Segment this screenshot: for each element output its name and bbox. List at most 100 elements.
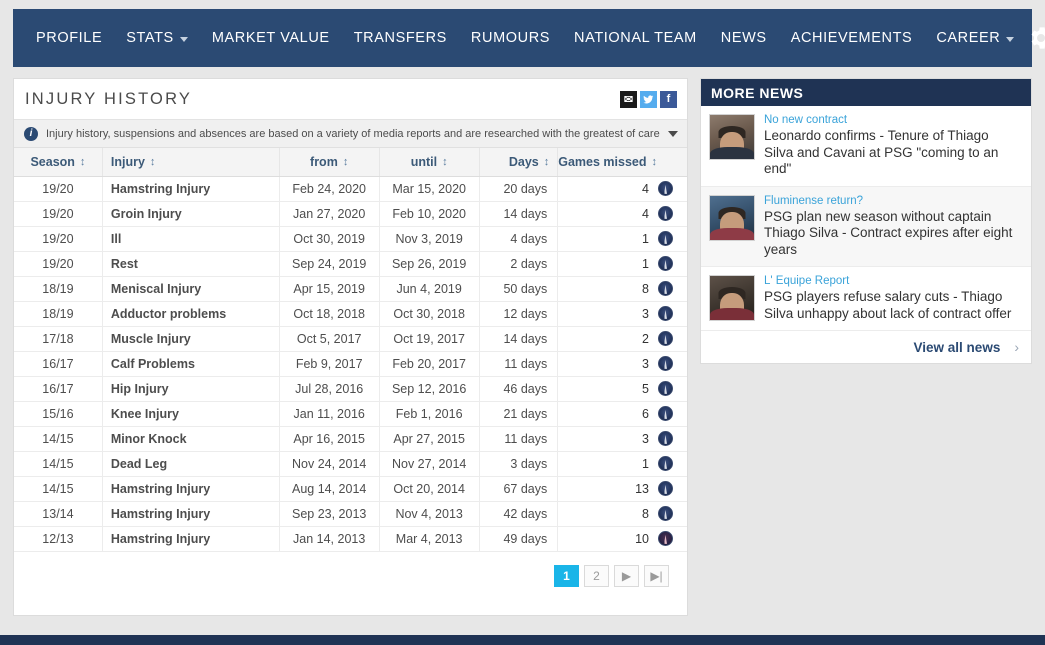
news-item[interactable]: Fluminense return? PSG plan new season wi… xyxy=(701,186,1031,267)
main-navbar: PROFILE STATS MARKET VALUE TRANSFERS RUMOURS… xyxy=(13,9,1045,67)
sort-icon: ↕ xyxy=(149,155,156,168)
page-button-2[interactable]: 2 xyxy=(584,564,609,587)
club-badge-icon[interactable] xyxy=(658,381,673,396)
settings-button[interactable] xyxy=(1026,21,1045,55)
sort-icon: ↕ xyxy=(79,155,86,168)
nav-item-label: PROFILE xyxy=(36,30,103,46)
club-badge-icon[interactable] xyxy=(658,306,673,321)
cell-season: 15/16 xyxy=(14,401,103,427)
sort-icon: ↕ xyxy=(543,155,550,168)
cell-injury: Knee Injury xyxy=(102,401,280,427)
twitter-icon[interactable] xyxy=(640,90,657,108)
cell-from: Oct 30, 2019 xyxy=(279,226,380,252)
cell-until: Feb 10, 2020 xyxy=(379,201,480,227)
cell-from: Jan 27, 2020 xyxy=(279,201,380,227)
table-row[interactable]: 14/15 Minor Knock Apr 16, 2015 Apr 27, 2015… xyxy=(14,426,687,452)
table-row[interactable]: 19/20 Rest Sep 24, 2019 Sep 26, 2019 2 days 1 xyxy=(14,251,687,277)
nav-item-achievements[interactable]: ACHIEVEMENTS xyxy=(779,24,925,52)
nav-item-market-value[interactable]: MARKET VALUE xyxy=(200,24,342,52)
club-badge-icon[interactable] xyxy=(658,281,673,296)
cell-games-missed: 13 xyxy=(557,476,687,502)
cell-games-missed: 4 xyxy=(557,201,687,227)
cell-injury: Hamstring Injury xyxy=(102,526,280,552)
column-header-injury[interactable]: Injury ↕ xyxy=(102,148,280,177)
news-headline: PSG plan new season without captain Thia… xyxy=(764,208,1013,257)
column-header-days[interactable]: Days ↕ xyxy=(479,148,559,177)
club-badge-icon[interactable] xyxy=(658,181,673,196)
table-row[interactable]: 17/18 Muscle Injury Oct 5, 2017 Oct 19, 201… xyxy=(14,326,687,352)
table-row[interactable]: 15/16 Knee Injury Jan 11, 2016 Feb 1, 2016 2… xyxy=(14,401,687,427)
view-all-news-link[interactable]: View all news › xyxy=(701,331,1031,363)
news-item[interactable]: L' Equipe Report PSG players refuse salar… xyxy=(701,267,1031,331)
nav-item-rumours[interactable]: RUMOURS xyxy=(459,24,562,52)
cell-from: Feb 9, 2017 xyxy=(279,351,380,377)
nav-item-label: TRANSFERS xyxy=(353,30,447,46)
news-item[interactable]: No new contract Leonardo confirms - Tenur… xyxy=(701,106,1031,187)
nav-item-label: CAREER xyxy=(936,30,1001,46)
club-badge-icon[interactable] xyxy=(658,231,673,246)
club-badge-icon[interactable] xyxy=(658,406,673,421)
cell-until: Sep 26, 2019 xyxy=(379,251,480,277)
table-row[interactable]: 12/13 Hamstring Injury Jan 14, 2013 Mar 4, … xyxy=(14,526,687,552)
chevron-down-icon[interactable] xyxy=(668,130,678,137)
table-row[interactable]: 14/15 Hamstring Injury Aug 14, 2014 Oct 20,… xyxy=(14,476,687,502)
next-page-button[interactable]: ▶ xyxy=(614,564,639,587)
nav-item-transfers[interactable]: TRANSFERS xyxy=(342,24,459,52)
table-row[interactable]: 16/17 Calf Problems Feb 9, 2017 Feb 20, 201… xyxy=(14,351,687,377)
club-badge-icon[interactable] xyxy=(658,331,673,346)
club-badge-icon[interactable] xyxy=(658,481,673,496)
column-label-injury: Injury xyxy=(110,154,145,169)
sort-icon: ↕ xyxy=(442,155,448,168)
table-row[interactable]: 19/20 Ill Oct 30, 2019 Nov 3, 2019 4 days 1 xyxy=(14,226,687,252)
cell-until: Apr 27, 2015 xyxy=(379,426,480,452)
table-row[interactable]: 18/19 Meniscal Injury Apr 15, 2019 Jun 4, 2… xyxy=(14,276,687,302)
nav-item-stats[interactable]: STATS xyxy=(114,24,200,52)
cell-days: 67 days xyxy=(479,476,559,502)
club-badge-icon[interactable] xyxy=(658,531,673,546)
footer-strip xyxy=(0,635,1045,645)
cell-injury: Calf Problems xyxy=(102,351,280,377)
nav-item-career[interactable]: CAREER xyxy=(924,24,1026,52)
nav-item-national-team[interactable]: NATIONAL TEAM xyxy=(562,24,709,52)
cell-days: 3 days xyxy=(479,451,559,477)
nav-item-label: MARKET VALUE xyxy=(211,30,330,46)
nav-item-label: NATIONAL TEAM xyxy=(574,30,697,46)
facebook-icon[interactable]: f xyxy=(660,90,677,108)
club-badge-icon[interactable] xyxy=(658,206,673,221)
column-header-from[interactable]: from ↕ xyxy=(279,148,380,177)
info-banner-text: Injury history, suspensions and absences… xyxy=(46,127,660,140)
cell-from: Sep 23, 2013 xyxy=(279,501,380,527)
cell-injury: Groin Injury xyxy=(102,201,280,227)
cell-until: Oct 20, 2014 xyxy=(379,476,480,502)
nav-item-profile[interactable]: PROFILE xyxy=(24,24,114,52)
cell-season: 19/20 xyxy=(14,251,103,277)
column-label-from: from xyxy=(310,154,338,169)
page-button-1[interactable]: 1 xyxy=(554,564,579,587)
table-row[interactable]: 16/17 Hip Injury Jul 28, 2016 Sep 12, 2016 4… xyxy=(14,376,687,402)
info-banner: i Injury history, suspensions and absenc… xyxy=(14,120,687,148)
table-row[interactable]: 19/20 Groin Injury Jan 27, 2020 Feb 10, 202… xyxy=(14,201,687,227)
club-badge-icon[interactable] xyxy=(658,506,673,521)
table-row[interactable]: 19/20 Hamstring Injury Feb 24, 2020 Mar 15,… xyxy=(14,176,687,202)
cell-from: Feb 24, 2020 xyxy=(279,176,380,202)
club-badge-icon[interactable] xyxy=(658,256,673,271)
cell-season: 14/15 xyxy=(14,426,103,452)
club-badge-icon[interactable] xyxy=(658,456,673,471)
nav-item-news[interactable]: NEWS xyxy=(709,24,779,52)
games-missed-value: 2 xyxy=(642,331,649,346)
cell-until: Jun 4, 2019 xyxy=(379,276,480,302)
games-missed-value: 4 xyxy=(642,181,649,196)
games-missed-value: 3 xyxy=(642,356,649,371)
column-header-season[interactable]: Season ↕ xyxy=(14,148,103,177)
club-badge-icon[interactable] xyxy=(658,431,673,446)
cell-games-missed: 3 xyxy=(557,351,687,377)
table-row[interactable]: 18/19 Adductor problems Oct 18, 2018 Oct 30… xyxy=(14,301,687,327)
column-header-games-missed[interactable]: Games missed ↕ xyxy=(557,148,687,177)
mail-icon[interactable]: ✉ xyxy=(620,90,637,108)
table-row[interactable]: 13/14 Hamstring Injury Sep 23, 2013 Nov 4, … xyxy=(14,501,687,527)
column-header-until[interactable]: until ↕ xyxy=(379,148,480,177)
news-text: No new contract Leonardo confirms - Tenur… xyxy=(764,114,1021,178)
club-badge-icon[interactable] xyxy=(658,356,673,371)
last-page-button[interactable]: ▶| xyxy=(644,564,669,587)
table-row[interactable]: 14/15 Dead Leg Nov 24, 2014 Nov 27, 2014 3 d… xyxy=(14,451,687,477)
